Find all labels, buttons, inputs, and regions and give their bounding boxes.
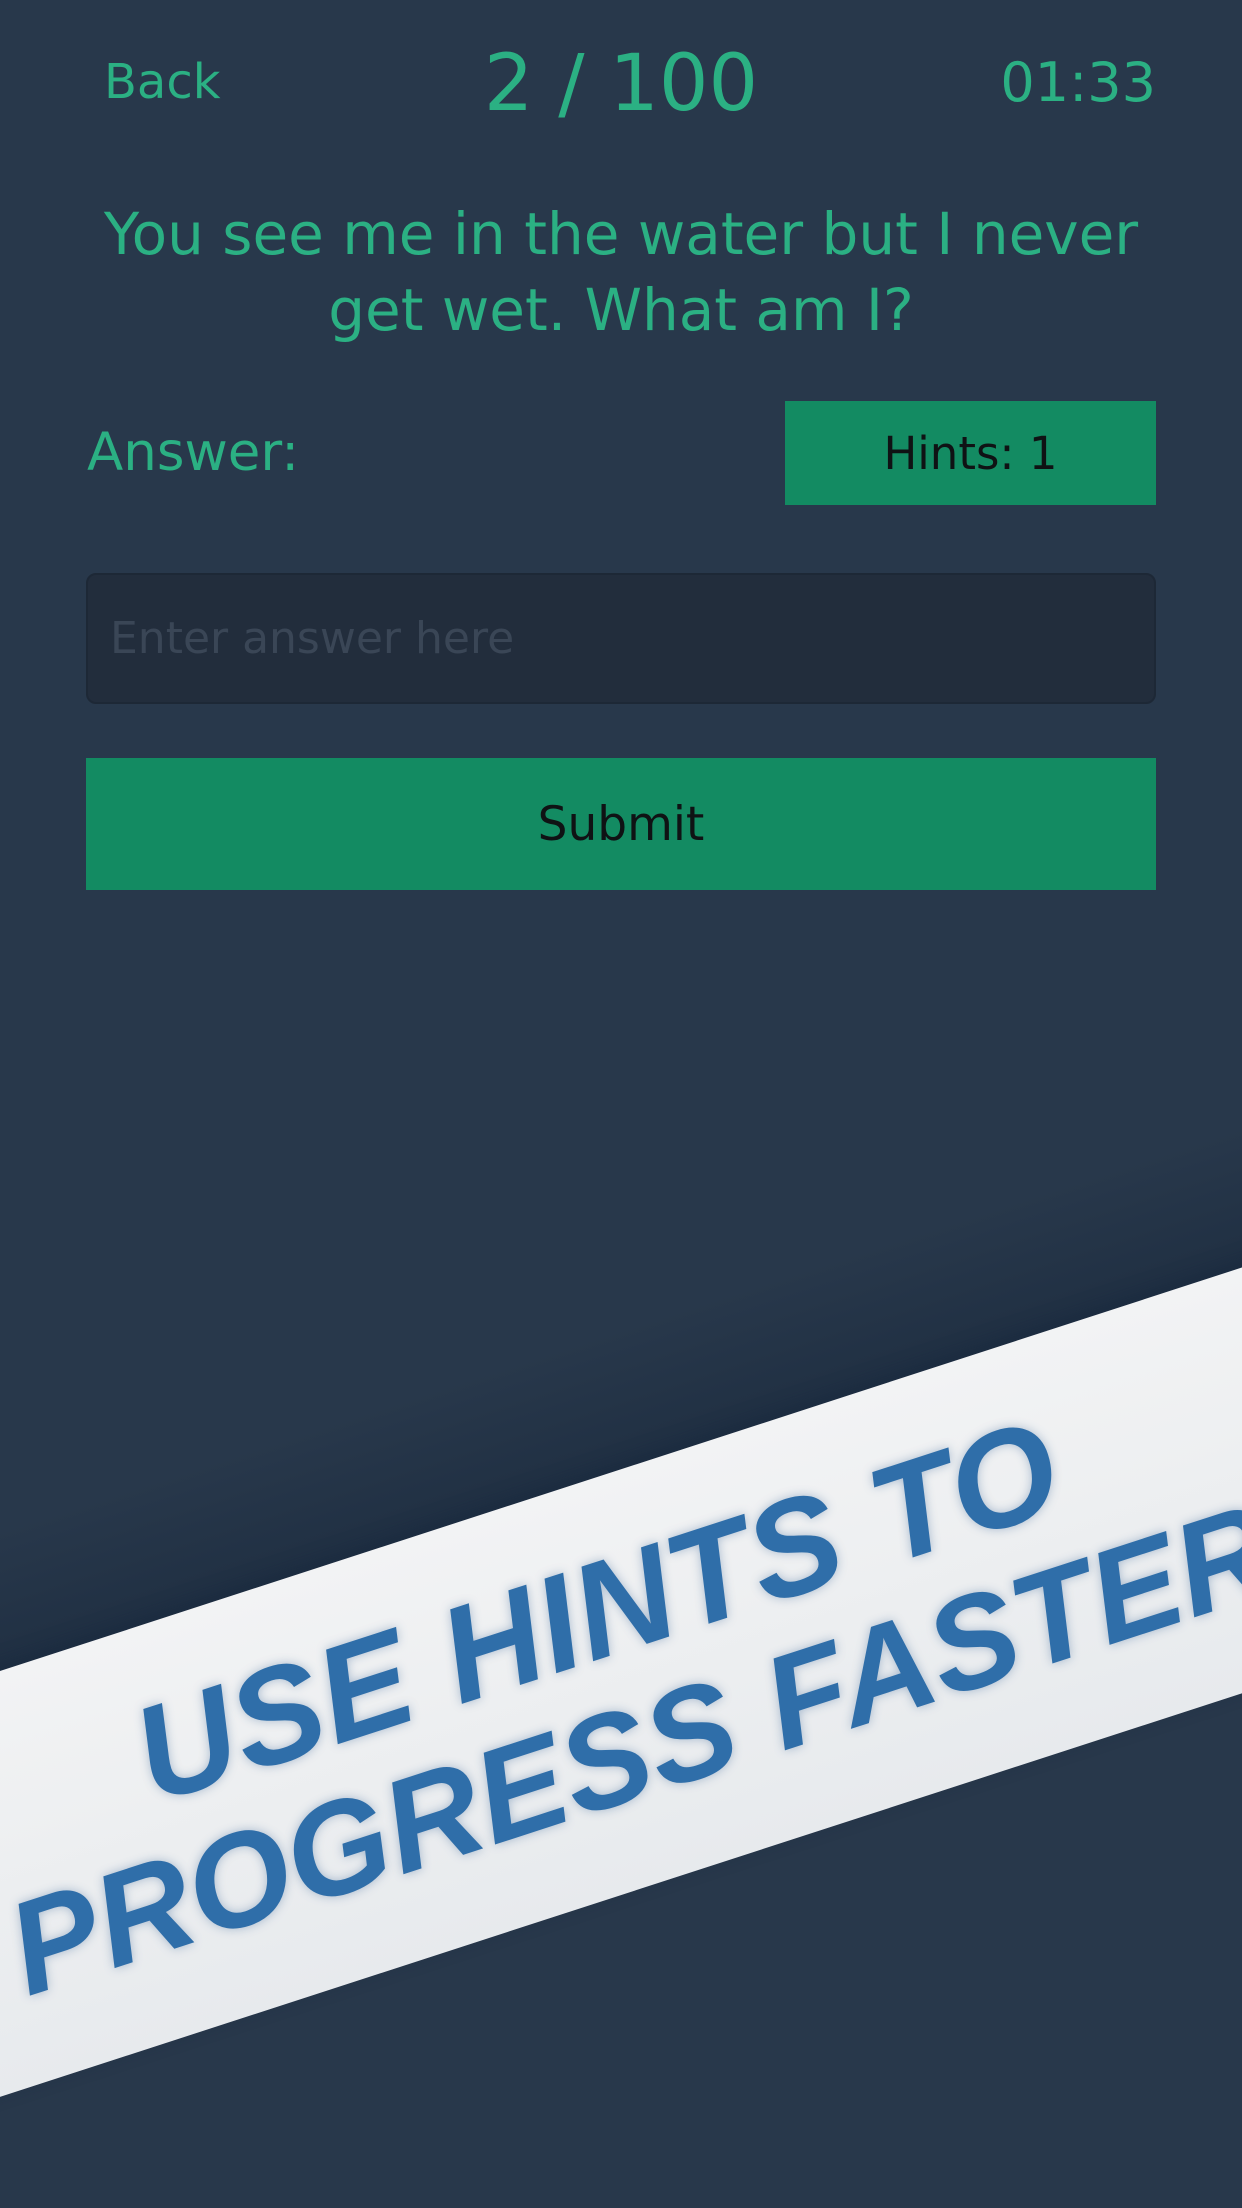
submit-button[interactable]: Submit [86,758,1156,890]
back-button[interactable]: Back [104,52,221,112]
top-bar: Back 2 / 100 01:33 [0,0,1242,170]
hints-button[interactable]: Hints: 1 [785,401,1156,505]
timer: 01:33 [1000,51,1156,114]
progress-counter: 2 / 100 [483,39,759,129]
question-text: You see me in the water but I never get … [103,200,1139,344]
answer-input[interactable] [86,573,1156,704]
answer-label: Answer: [87,422,300,483]
